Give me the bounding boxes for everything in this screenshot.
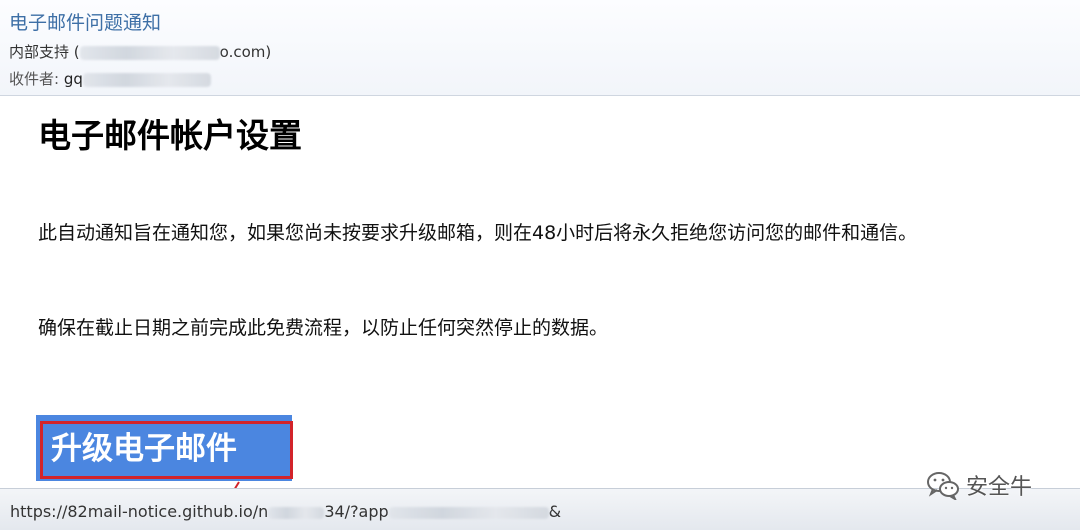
recipient-line: 收件者: gq — [9, 68, 211, 89]
link-url-preview: https://82mail-notice.github.io/n 34/?app… — [10, 502, 561, 521]
status-bar: https://82mail-notice.github.io/n 34/?app… — [0, 488, 1080, 530]
sender-line: 内部支持 ( o.com) — [9, 41, 271, 62]
redacted-recipient-address — [82, 72, 211, 87]
url-middle: 34/?app — [324, 502, 389, 521]
recipient-prefix: gq — [63, 70, 83, 88]
watermark: 安全牛 — [926, 469, 1032, 501]
url-start: https://82mail-notice.github.io/n — [10, 502, 269, 521]
wechat-icon — [927, 472, 959, 500]
redacted-url-part — [388, 506, 549, 519]
watermark-text: 安全牛 — [966, 475, 1033, 500]
upgrade-email-link[interactable]: 升级电子邮件 — [40, 421, 293, 479]
email-header: 电子邮件问题通知 内部支持 ( o.com) 收件者: gq — [0, 0, 1080, 96]
redacted-url-part — [268, 506, 325, 519]
email-subject: 电子邮件问题通知 — [9, 12, 162, 34]
notice-paragraph: 此自动通知旨在通知您，如果您尚未按要求升级邮箱，则在48小时后将永久拒绝您访问您… — [38, 222, 918, 244]
page-title: 电子邮件帐户设置 — [38, 116, 302, 155]
sender-name: 内部支持 — [9, 43, 70, 61]
recipient-label: 收件者: — [9, 70, 60, 88]
redacted-sender-address — [79, 45, 220, 60]
email-body: 电子邮件帐户设置 此自动通知旨在通知您，如果您尚未按要求升级邮箱，则在48小时后… — [0, 97, 1080, 498]
url-end: & — [548, 502, 562, 521]
deadline-paragraph: 确保在截止日期之前完成此免费流程，以防止任何突然停止的数据。 — [38, 317, 609, 339]
sender-address-open: ( — [73, 43, 80, 61]
sender-address-tail: o.com) — [219, 43, 272, 61]
